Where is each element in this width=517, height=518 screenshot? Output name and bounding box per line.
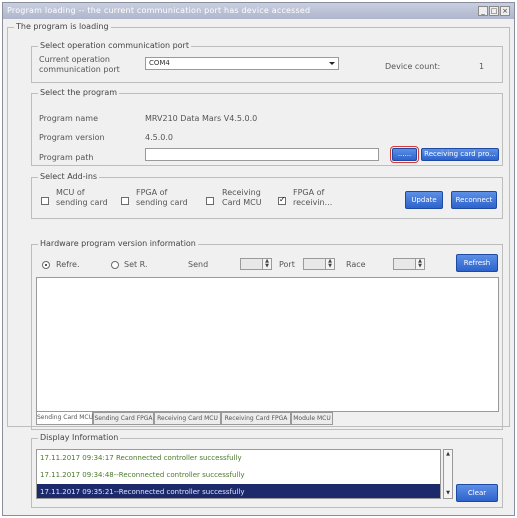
close-button[interactable]: ×	[500, 6, 510, 16]
program-version-label: Program version	[39, 133, 105, 142]
race-label: Race	[346, 260, 366, 269]
device-count-label: Device count:	[385, 62, 441, 71]
addin-receiving-fpga-checkbox[interactable]	[278, 195, 286, 205]
tab-sending-card-fpga[interactable]: Sending Card FPGA	[93, 412, 154, 425]
program-name-value: MRV210 Data Mars V4.5.0.0	[145, 114, 258, 123]
tab-sending-card-mcu[interactable]: Sending Card MCU	[36, 411, 93, 425]
tab-receiving-card-fpga[interactable]: Receiving Card FPGA	[221, 412, 291, 425]
clear-button[interactable]: Clear	[456, 484, 498, 502]
program-name-label: Program name	[39, 114, 98, 123]
loading-group-legend: The program is loading	[14, 22, 111, 31]
addin-sending-fpga-checkbox[interactable]	[121, 197, 129, 205]
send-spinner[interactable]: ▲ ▼	[240, 258, 272, 270]
comm-port-label-2: communication port	[39, 65, 120, 74]
log-line[interactable]: 17.11.2017 09:34:48--Reconnected control…	[37, 467, 440, 483]
comm-port-legend: Select operation communication port	[38, 41, 191, 50]
race-spinner[interactable]: ▲ ▼	[393, 258, 425, 270]
addin-receiving-fpga-label-2: receivin...	[293, 198, 333, 207]
addins-legend: Select Add-ins	[38, 172, 100, 181]
update-button[interactable]: Update	[405, 191, 443, 209]
program-path-label: Program path	[39, 153, 94, 162]
refresh-radio[interactable]	[42, 261, 50, 269]
send-label: Send	[188, 260, 209, 269]
display-legend: Display Information	[38, 433, 121, 442]
spinner-arrows-icon[interactable]: ▲ ▼	[415, 259, 424, 269]
scroll-down-icon[interactable]: ▼	[444, 489, 452, 498]
port-spinner[interactable]: ▲ ▼	[303, 258, 335, 270]
hardware-info-panel	[36, 277, 499, 412]
refresh-button[interactable]: Refresh	[456, 254, 498, 272]
addin-sending-mcu-label-1: MCU of	[56, 188, 85, 197]
addin-receiving-mcu-label-2: Card MCU	[222, 198, 262, 207]
tab-receiving-card-mcu[interactable]: Receiving Card MCU	[154, 412, 221, 425]
addin-receiving-mcu-label-1: Receiving	[222, 188, 261, 197]
receiving-card-program-button[interactable]: Receiving card pro...	[421, 148, 499, 161]
comm-port-label-1: Current operation	[39, 55, 110, 64]
port-label: Port	[279, 260, 295, 269]
window-title: Program loading -- the current communica…	[7, 6, 311, 15]
chevron-down-icon	[329, 62, 335, 65]
log-scrollbar[interactable]: ▲ ▼	[443, 449, 453, 499]
addin-sending-fpga-label-1: FPGA of	[136, 188, 168, 197]
log-line[interactable]: 17.11.2017 09:34:17 Reconnected controll…	[37, 450, 440, 466]
hardware-legend: Hardware program version information	[38, 239, 198, 248]
reconnect-button[interactable]: Reconnect	[451, 191, 497, 209]
refresh-radio-label: Refre.	[56, 260, 80, 269]
set-radio[interactable]	[111, 261, 119, 269]
program-loading-window: Program loading -- the current communica…	[2, 2, 515, 516]
addin-sending-mcu-label-2: sending card	[56, 198, 108, 207]
spinner-arrows-icon[interactable]: ▲ ▼	[262, 259, 271, 269]
comm-port-select[interactable]: COM4	[145, 57, 339, 70]
maximize-button[interactable]: □	[489, 6, 499, 16]
minimize-button[interactable]: _	[478, 6, 488, 16]
title-bar[interactable]: Program loading -- the current communica…	[3, 3, 514, 19]
spinner-arrows-icon[interactable]: ▲ ▼	[325, 259, 334, 269]
program-version-value: 4.5.0.0	[145, 133, 173, 142]
scroll-up-icon[interactable]: ▲	[444, 450, 452, 459]
log-line-selected[interactable]: 17.11.2017 09:35:21--Reconnected control…	[37, 484, 440, 498]
program-path-input[interactable]	[145, 148, 379, 161]
addin-receiving-fpga-label-1: FPGA of	[293, 188, 325, 197]
device-count-value: 1	[479, 62, 485, 71]
comm-port-value: COM4	[149, 59, 170, 67]
addin-receiving-mcu-checkbox[interactable]	[206, 197, 214, 205]
program-group-legend: Select the program	[38, 88, 120, 97]
display-log-list[interactable]: 17.11.2017 09:34:17 Reconnected controll…	[36, 449, 441, 499]
addin-sending-fpga-label-2: sending card	[136, 198, 188, 207]
tab-module-mcu[interactable]: Module MCU	[291, 412, 333, 425]
set-radio-label: Set R.	[124, 260, 148, 269]
addin-sending-mcu-checkbox[interactable]	[41, 197, 49, 205]
browse-button[interactable]: ......	[390, 146, 419, 163]
